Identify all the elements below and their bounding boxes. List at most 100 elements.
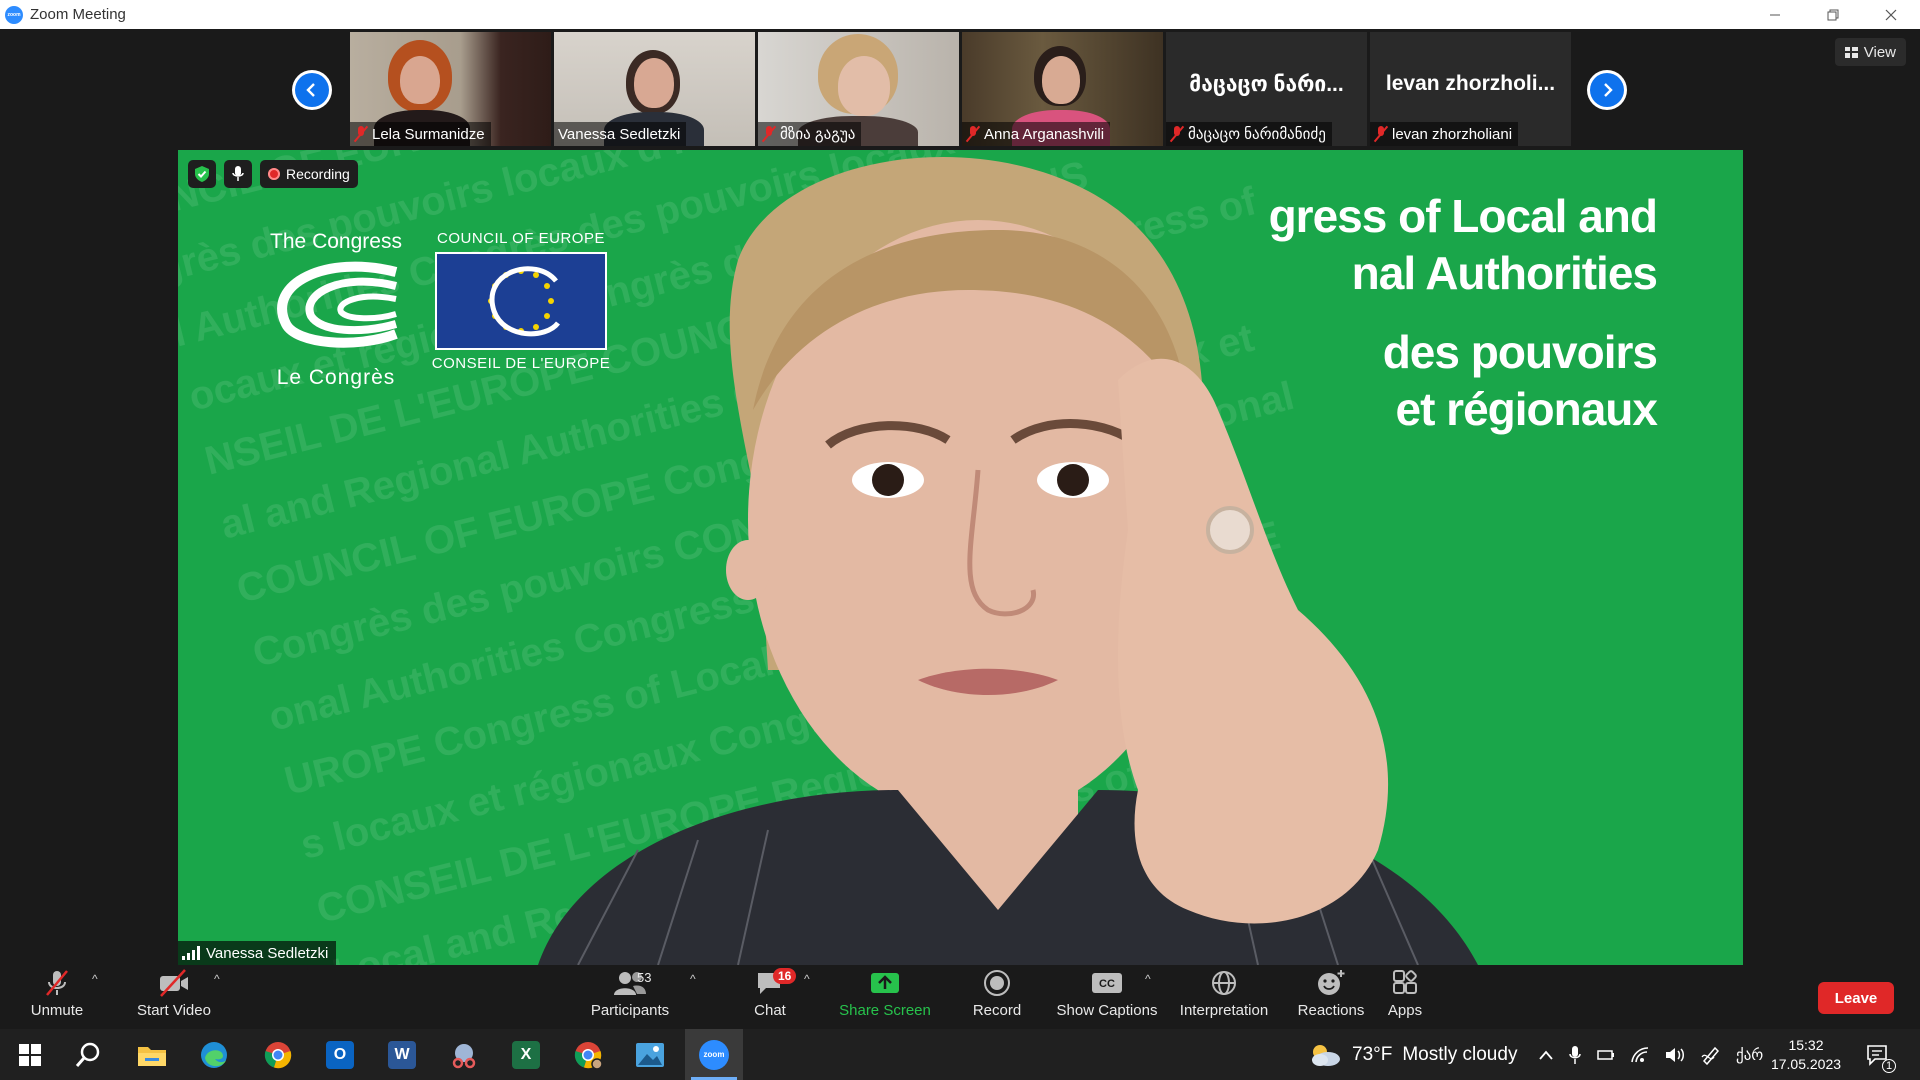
title-bar: zoom Zoom Meeting [0,0,1920,29]
participants-options-caret[interactable]: ^ [690,972,696,986]
interpretation-button[interactable]: Interpretation [1176,966,1272,1029]
microphone-tray-icon[interactable] [1568,1045,1582,1065]
participant-name: მაცაცო ნარიმანიძე [1188,126,1326,143]
clock[interactable]: 15:32 17.05.2023 [1770,1029,1842,1080]
zoom-app: zoom Zoom Meeting View Lela Surmanidze V… [0,0,1920,1080]
record-button[interactable]: Record [968,966,1026,1029]
apps-icon [1393,970,1417,994]
share-screen-button[interactable]: Share Screen [838,966,932,1029]
participants-label: Participants [590,1002,670,1019]
speaker-figure [538,157,1478,965]
window-title: Zoom Meeting [30,6,126,23]
strip-prev-button[interactable] [292,70,332,110]
minimize-button[interactable] [1746,0,1804,29]
muted-mic-icon [1374,126,1388,142]
participant-display-name: მაცაცო ნარი... [1189,73,1344,96]
chat-options-caret[interactable]: ^ [804,972,810,986]
chrome-taskbar-button[interactable] [252,1029,304,1080]
encryption-status-button[interactable] [188,160,216,188]
view-button[interactable]: View [1834,38,1906,66]
participant-tile-no-video[interactable]: levan zhorzholi... levan zhorzholiani [1370,32,1571,146]
participant-tile-no-video[interactable]: მაცაცო ნარი... მაცაცო ნარიმანიძე [1166,32,1367,146]
unmute-button[interactable]: Unmute [24,966,90,1029]
wifi-icon[interactable] [1630,1046,1650,1064]
file-explorer-taskbar-button[interactable] [126,1029,178,1080]
weather-temperature: 73°F [1352,1043,1393,1065]
recording-indicator[interactable]: Recording [260,160,358,188]
participant-tile[interactable]: Anna Arganashvili [962,32,1163,146]
excel-icon: X [512,1040,540,1069]
recording-dot-icon [268,168,280,180]
captions-cc-icon: CC [1092,973,1122,993]
apps-button[interactable]: Apps [1380,966,1430,1029]
participant-tile[interactable]: Lela Surmanidze [350,32,551,146]
participant-display-name: levan zhorzholi... [1385,72,1556,95]
share-screen-icon [871,973,899,993]
chevron-right-icon [1604,83,1613,97]
start-video-button[interactable]: Start Video [134,966,214,1029]
muted-mic-icon [762,126,776,142]
zoom-taskbar-button[interactable]: zoom [685,1029,743,1080]
notification-center-button[interactable]: 1 [1866,1029,1896,1080]
microphone-icon [232,166,244,181]
outlook-taskbar-button[interactable]: O [314,1029,366,1080]
input-language-indicator[interactable]: ქარ [1736,1046,1763,1064]
smiley-plus-icon [1318,970,1345,995]
volume-icon[interactable] [1664,1046,1686,1064]
reactions-button[interactable]: Reactions [1296,966,1366,1029]
interpretation-label: Interpretation [1179,1002,1269,1019]
start-video-label: Start Video [137,1002,211,1019]
participant-name: Lela Surmanidze [372,125,485,143]
record-label: Record [972,1002,1022,1019]
grid-view-icon [1844,46,1858,58]
share-screen-label: Share Screen [839,1002,931,1019]
participant-name: მზია გაგუა [780,126,856,143]
windows-logo-icon [19,1043,41,1066]
photos-taskbar-button[interactable] [624,1029,676,1080]
weather-description: Mostly cloudy [1402,1043,1518,1065]
speaker-name-label: Vanessa Sedletzki [178,941,337,965]
chat-button[interactable]: 16 Chat [745,966,797,1029]
zoom-logo-icon: zoom [5,5,23,24]
restore-button[interactable] [1804,0,1862,29]
leave-button[interactable]: Leave [1818,982,1894,1014]
word-taskbar-button[interactable]: W [376,1029,428,1080]
snipping-tool-taskbar-button[interactable] [438,1029,490,1080]
weather-widget[interactable]: 73°F Mostly cloudy [1308,1029,1517,1080]
audio-status-button[interactable] [224,160,252,188]
participant-tile[interactable]: მზია გაგუა [758,32,959,146]
participant-strip: Lela Surmanidze Vanessa Sedletzki მზია გ… [350,32,1571,146]
strip-next-button[interactable] [1587,70,1627,110]
meeting-toolbar: Unmute ^ Start Video ^ 53 Participants ^… [0,966,1920,1029]
show-hidden-icons-chevron-icon[interactable] [1538,1049,1554,1061]
meeting-area: View Lela Surmanidze Vanessa Sedletzki მ… [0,29,1920,966]
edge-taskbar-button[interactable] [188,1029,240,1080]
zoom-app-icon: zoom [699,1039,729,1070]
search-icon [75,1042,100,1067]
reactions-label: Reactions [1297,1002,1365,1019]
audio-options-caret[interactable]: ^ [92,972,98,986]
chrome-profile-taskbar-button[interactable] [562,1029,614,1080]
muted-mic-icon [966,126,980,142]
pen-ink-icon[interactable] [1700,1045,1722,1065]
search-button[interactable] [62,1029,114,1080]
signal-strength-icon [182,946,200,960]
participants-count: 53 [637,970,652,985]
video-off-icon [160,969,188,997]
participants-button[interactable]: 53 Participants [586,966,674,1029]
muted-mic-icon [354,126,368,142]
snipping-tool-icon [452,1043,476,1068]
video-options-caret[interactable]: ^ [214,972,220,986]
battery-icon[interactable] [1596,1048,1616,1062]
meeting-status-icons: Recording [188,160,358,188]
clock-time: 15:32 [1788,1036,1824,1053]
close-button[interactable] [1862,0,1920,29]
chrome-browser-icon [264,1041,292,1068]
participant-tile-active[interactable]: Vanessa Sedletzki [554,32,755,146]
recording-label: Recording [286,166,350,182]
edge-browser-icon [201,1041,227,1068]
captions-options-caret[interactable]: ^ [1145,972,1151,986]
chat-unread-badge: 16 [773,968,797,984]
excel-taskbar-button[interactable]: X [500,1029,552,1080]
start-button[interactable] [4,1029,56,1080]
